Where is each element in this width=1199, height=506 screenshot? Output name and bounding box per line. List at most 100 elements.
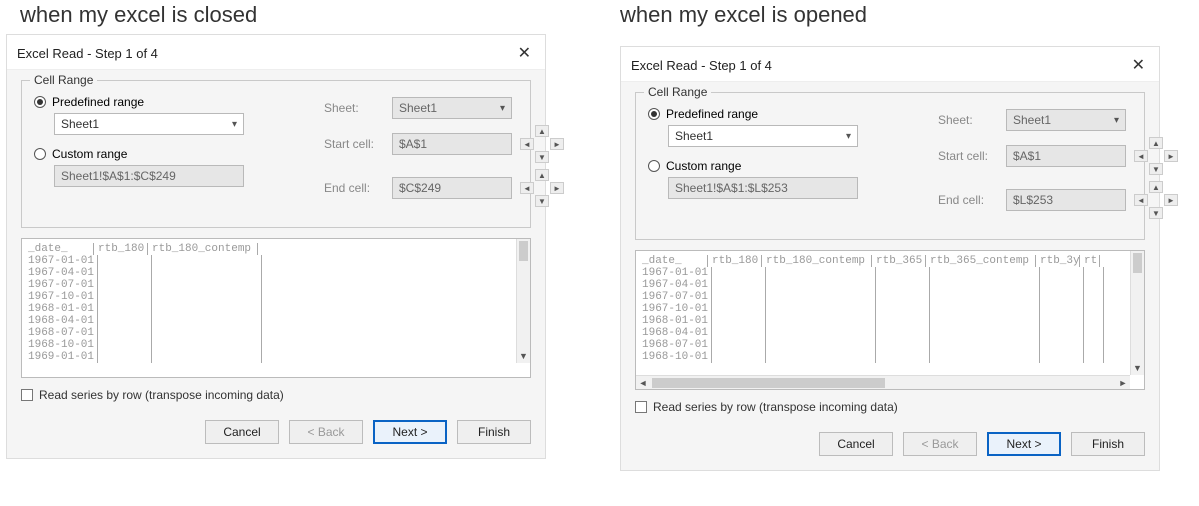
endcell-label: End cell: — [324, 181, 384, 195]
button-row: Cancel < Back Next > Finish — [7, 410, 545, 458]
predefined-sheet-value: Sheet1 — [675, 129, 713, 143]
startcell-arrows[interactable]: ▲ ◄ ► ▼ — [1134, 137, 1178, 175]
preview-row: 1967-07-01 — [638, 291, 1142, 303]
preview-row: 1967-07-01 — [24, 279, 528, 291]
cancel-button[interactable]: Cancel — [205, 420, 279, 444]
arrow-up-icon[interactable]: ▲ — [1149, 137, 1163, 149]
sheet-label: Sheet: — [938, 113, 998, 127]
radio-predefined-label: Predefined range — [666, 107, 758, 121]
radio-custom-label: Custom range — [52, 147, 127, 161]
radio-predefined-range[interactable]: Predefined range — [648, 107, 898, 121]
preview-row: 1969-01-01 — [24, 351, 528, 363]
dialog-closed: Excel Read - Step 1 of 4 ✕ Cell Range Pr… — [6, 34, 546, 459]
arrow-up-icon[interactable]: ▲ — [535, 125, 549, 137]
chevron-down-icon: ▾ — [846, 131, 851, 142]
predefined-sheet-combo[interactable]: Sheet1 ▾ — [668, 125, 858, 147]
preview-row: 1967-01-01 — [638, 267, 1142, 279]
scroll-thumb[interactable] — [519, 241, 528, 261]
radio-custom-range[interactable]: Custom range — [648, 159, 898, 173]
arrow-left-icon[interactable]: ◄ — [636, 376, 650, 390]
titlebar: Excel Read - Step 1 of 4 ✕ — [621, 47, 1159, 82]
arrow-right-icon[interactable]: ► — [1164, 150, 1178, 162]
sheet-label: Sheet: — [324, 101, 384, 115]
scroll-thumb[interactable] — [652, 378, 885, 388]
custom-range-value: Sheet1!$A$1:$L$253 — [675, 181, 788, 195]
arrow-down-icon[interactable]: ▼ — [517, 349, 530, 363]
preview-row: 1967-01-01 — [24, 255, 528, 267]
endcell-arrows[interactable]: ▲ ◄ ► ▼ — [1134, 181, 1178, 219]
preview-grid[interactable]: _date_rtb_180rtb_180_contemprtb_365rtb_3… — [635, 250, 1145, 390]
startcell-textbox: $A$1 — [392, 133, 512, 155]
next-button[interactable]: Next > — [987, 432, 1061, 456]
arrow-right-icon[interactable]: ► — [1164, 194, 1178, 206]
transpose-label: Read series by row (transpose incoming d… — [39, 388, 284, 402]
arrow-down-icon[interactable]: ▼ — [1131, 361, 1144, 375]
startcell-textbox: $A$1 — [1006, 145, 1126, 167]
preview-row: 1968-04-01 — [24, 315, 528, 327]
finish-button[interactable]: Finish — [457, 420, 531, 444]
preview-row: 1967-04-01 — [24, 267, 528, 279]
radio-custom-range[interactable]: Custom range — [34, 147, 284, 161]
preview-column-header: rtb_180 — [94, 243, 148, 255]
next-button[interactable]: Next > — [373, 420, 447, 444]
preview-row: 1967-10-01 — [24, 291, 528, 303]
endcell-value: $C$249 — [399, 181, 441, 195]
sheet-combo-disabled: Sheet1 ▾ — [1006, 109, 1126, 131]
radio-custom-label: Custom range — [666, 159, 741, 173]
arrow-left-icon[interactable]: ◄ — [520, 138, 534, 150]
close-icon[interactable]: ✕ — [514, 43, 535, 63]
chevron-down-icon: ▾ — [1114, 115, 1119, 126]
preview-row: 1967-04-01 — [638, 279, 1142, 291]
custom-range-textbox[interactable]: Sheet1!$A$1:$C$249 — [54, 165, 244, 187]
preview-column-header: _date_ — [24, 243, 94, 255]
finish-button[interactable]: Finish — [1071, 432, 1145, 456]
arrow-right-icon[interactable]: ► — [550, 182, 564, 194]
radio-dot-icon — [648, 108, 660, 120]
preview-column-header: rtb_365_contemp — [926, 255, 1036, 267]
arrow-right-icon[interactable]: ► — [550, 138, 564, 150]
arrow-left-icon[interactable]: ◄ — [1134, 194, 1148, 206]
chevron-down-icon: ▾ — [500, 103, 505, 114]
preview-column-header: rtb_180_contemp — [762, 255, 872, 267]
arrow-down-icon[interactable]: ▼ — [1149, 163, 1163, 175]
chevron-down-icon: ▾ — [232, 119, 237, 130]
arrow-down-icon[interactable]: ▼ — [535, 151, 549, 163]
endcell-label: End cell: — [938, 193, 998, 207]
arrow-up-icon[interactable]: ▲ — [1149, 181, 1163, 193]
arrow-left-icon[interactable]: ◄ — [520, 182, 534, 194]
cell-range-fieldset: Cell Range Predefined range Sheet1 ▾ — [21, 80, 531, 228]
arrow-up-icon[interactable]: ▲ — [535, 169, 549, 181]
startcell-arrows[interactable]: ▲ ◄ ► ▼ — [520, 125, 564, 163]
caption-left: when my excel is closed — [20, 2, 257, 28]
predefined-sheet-combo[interactable]: Sheet1 ▾ — [54, 113, 244, 135]
transpose-checkbox[interactable]: Read series by row (transpose incoming d… — [21, 388, 531, 402]
startcell-label: Start cell: — [938, 149, 998, 163]
arrow-down-icon[interactable]: ▼ — [1149, 207, 1163, 219]
preview-row: 1968-07-01 — [24, 327, 528, 339]
endcell-arrows[interactable]: ▲ ◄ ► ▼ — [520, 169, 564, 207]
radio-dot-icon — [34, 96, 46, 108]
radio-empty-icon — [648, 160, 660, 172]
vertical-scrollbar[interactable]: ▼ — [516, 239, 530, 363]
endcell-value: $L$253 — [1013, 193, 1053, 207]
arrow-left-icon[interactable]: ◄ — [1134, 150, 1148, 162]
transpose-label: Read series by row (transpose incoming d… — [653, 400, 898, 414]
preview-row: 1968-10-01 — [638, 351, 1142, 363]
vertical-scrollbar[interactable]: ▼ — [1130, 251, 1144, 375]
radio-predefined-range[interactable]: Predefined range — [34, 95, 284, 109]
dialog-body: Cell Range Predefined range Sheet1 ▾ — [7, 70, 545, 410]
horizontal-scrollbar[interactable]: ◄ ► — [636, 375, 1130, 389]
preview-grid[interactable]: _date_rtb_180rtb_180_contemp 1967-01-01 … — [21, 238, 531, 378]
arrow-right-icon[interactable]: ► — [1116, 376, 1130, 390]
close-icon[interactable]: ✕ — [1128, 55, 1149, 75]
transpose-checkbox[interactable]: Read series by row (transpose incoming d… — [635, 400, 1145, 414]
preview-row: 1968-07-01 — [638, 339, 1142, 351]
cancel-button[interactable]: Cancel — [819, 432, 893, 456]
preview-column-header: rtb_365 — [872, 255, 926, 267]
preview-column-header: rtb_3y — [1036, 255, 1080, 267]
custom-range-textbox[interactable]: Sheet1!$A$1:$L$253 — [668, 177, 858, 199]
preview-row: 1968-01-01 — [24, 303, 528, 315]
back-button: < Back — [903, 432, 977, 456]
scroll-thumb[interactable] — [1133, 253, 1142, 273]
arrow-down-icon[interactable]: ▼ — [535, 195, 549, 207]
